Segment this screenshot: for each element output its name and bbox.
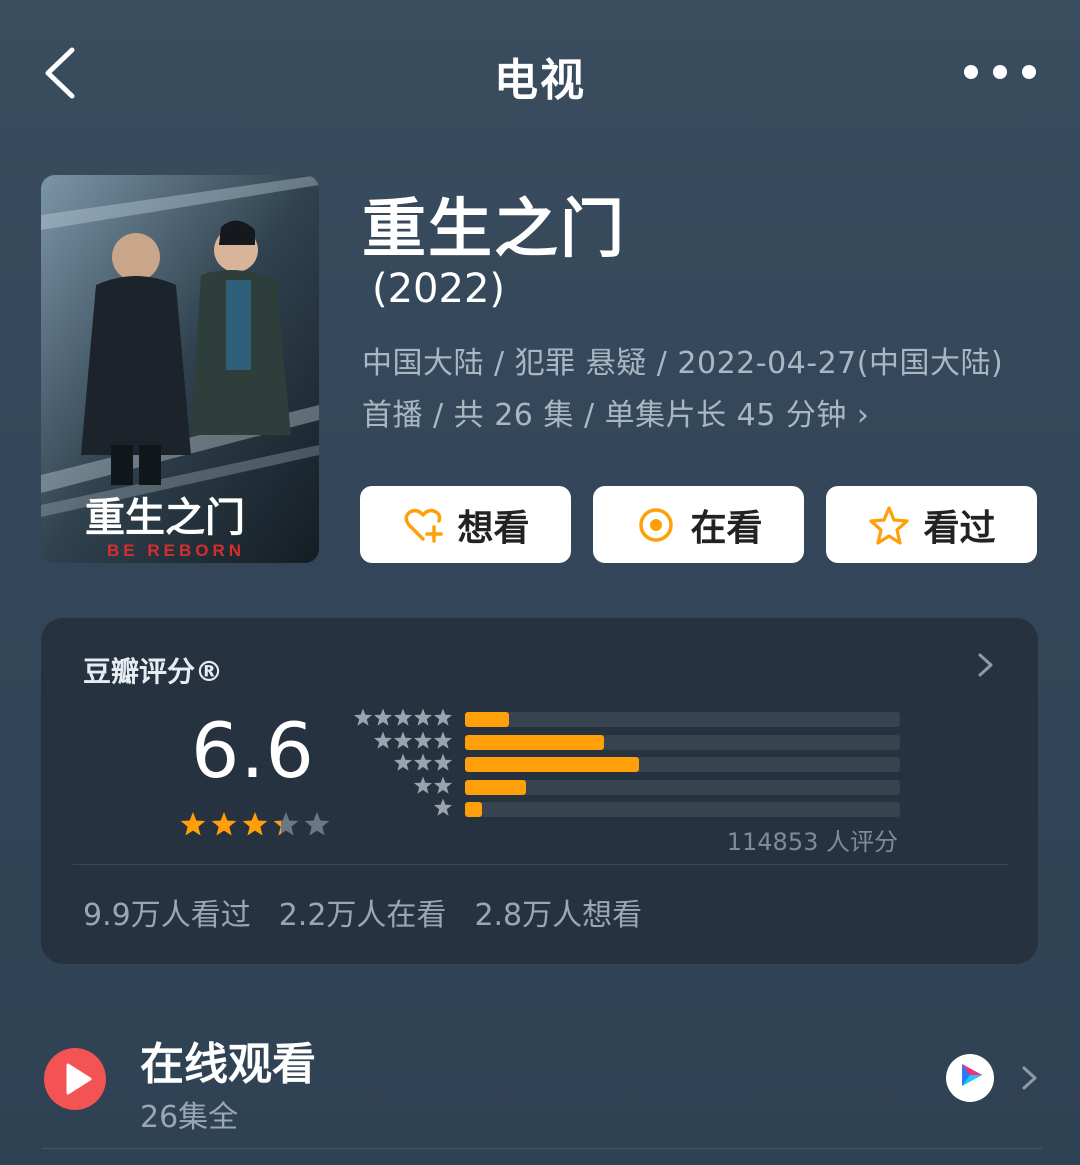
top-bar: 电视 (0, 0, 1080, 150)
distribution-track (465, 712, 900, 727)
grey-star-icon (433, 708, 453, 726)
watched-label: 看过 (923, 507, 996, 549)
online-watch-episodes: 26集全 (140, 1100, 239, 1135)
stat-want: 2.8万人想看 (474, 898, 643, 933)
online-watch-row[interactable]: 在线观看 26集全 (0, 1000, 1080, 1165)
grey-star-icon (433, 753, 453, 771)
show-meta-text: 中国大陆 / 犯罪 悬疑 / 2022-04-27(中国大陆) 首播 / 共 2… (362, 346, 1004, 433)
grey-star-icon (393, 708, 413, 726)
heart-plus-icon (404, 508, 444, 543)
action-buttons: 想看 在看 看过 (360, 486, 1040, 563)
show-meta-info[interactable]: 中国大陆 / 犯罪 悬疑 / 2022-04-27(中国大陆) 首播 / 共 2… (362, 338, 1042, 442)
distribution-bar-5-star (465, 712, 509, 727)
grey-star-icon (413, 708, 433, 726)
play-icon (66, 1063, 92, 1095)
grey-star-icon (433, 798, 453, 816)
grey-star-icon (373, 708, 393, 726)
grey-star-icon (393, 731, 413, 749)
show-poster[interactable]: 重生之门 BE REBORN (41, 175, 319, 563)
rating-source-label: 豆瓣评分® (83, 655, 224, 688)
poster-title-text: 重生之门 (85, 496, 245, 540)
watching-button[interactable]: 在看 (593, 486, 804, 563)
rating-star-icon (211, 812, 237, 836)
want-to-watch-button[interactable]: 想看 (360, 486, 571, 563)
watching-label: 在看 (690, 507, 763, 549)
distribution-track (465, 802, 900, 817)
youku-logo (946, 1054, 994, 1102)
chevron-right-icon: › (856, 398, 870, 433)
chevron-right-icon (978, 653, 993, 677)
grey-star-icon (373, 731, 393, 749)
rating-star-icon (273, 812, 299, 836)
poster-subtitle-text: BE REBORN (107, 541, 245, 560)
more-dot-icon (993, 65, 1007, 79)
divider (42, 1148, 1042, 1149)
rating-stars (180, 812, 329, 836)
rating-card[interactable]: 豆瓣评分® 6.6 114853 人评分 9.9万人看过 2.2万人在看 2.8… (41, 618, 1038, 964)
chevron-right-icon (1022, 1066, 1037, 1090)
distribution-stars-1 (433, 798, 453, 816)
target-circle-icon (639, 507, 674, 542)
online-watch-title: 在线观看 (140, 1039, 316, 1090)
play-button[interactable] (44, 1048, 106, 1110)
grey-star-icon (353, 708, 373, 726)
stat-watched: 9.9万人看过 (83, 898, 251, 933)
rating-star-icon (304, 812, 329, 836)
divider (73, 864, 1008, 865)
distribution-row-4-star (351, 731, 911, 750)
grey-star-icon (433, 731, 453, 749)
grey-star-icon (433, 776, 453, 794)
star-outline-icon (869, 505, 910, 545)
grey-star-icon (393, 753, 413, 771)
rating-score: 6.6 (191, 706, 315, 795)
distribution-row-2-star (351, 776, 911, 795)
rating-star-icon (180, 812, 206, 836)
distribution-bar-3-star (465, 757, 639, 772)
distribution-bar-4-star (465, 734, 605, 750)
audience-stats: 9.9万人看过 2.2万人在看 2.8万人想看 (83, 890, 642, 934)
more-dot-icon (1022, 65, 1036, 79)
distribution-row-5-star (351, 708, 911, 727)
watched-button[interactable]: 看过 (826, 486, 1037, 563)
distribution-stars-3 (393, 753, 453, 771)
stat-watching: 2.2万人在看 (278, 898, 447, 933)
rating-count: 114853 人评分 (726, 828, 898, 856)
rating-distribution (351, 708, 911, 820)
distribution-row-3-star (351, 753, 911, 772)
page-title: 电视 (494, 55, 586, 106)
poster-image: 重生之门 BE REBORN (41, 175, 319, 563)
show-year: (2022) (372, 266, 506, 312)
distribution-row-1-star (351, 798, 911, 817)
distribution-stars-4 (373, 731, 453, 749)
distribution-track (465, 757, 900, 772)
distribution-stars-2 (413, 776, 453, 794)
show-title: 重生之门 (362, 193, 626, 267)
more-dot-icon (964, 65, 978, 79)
want-to-watch-label: 想看 (457, 507, 530, 549)
distribution-bar-1-star (465, 802, 483, 817)
more-options-button[interactable] (964, 52, 1036, 92)
grey-star-icon (413, 776, 433, 794)
distribution-stars-5 (353, 708, 453, 726)
distribution-track (465, 734, 900, 750)
youku-logo-icon (962, 1064, 982, 1086)
rating-star-icon (242, 812, 268, 836)
distribution-bar-2-star (465, 779, 526, 795)
grey-star-icon (413, 731, 433, 749)
grey-star-icon (413, 753, 433, 771)
distribution-track (465, 779, 900, 795)
